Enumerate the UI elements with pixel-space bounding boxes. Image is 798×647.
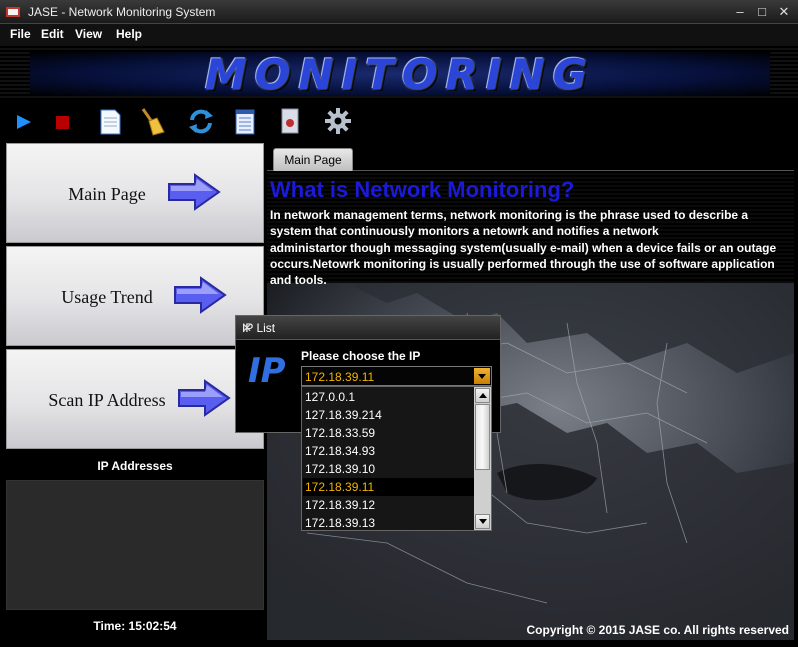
dialog-close-icon[interactable]: ✕ bbox=[242, 321, 494, 335]
description-line: system that continuously monitors a neto… bbox=[270, 224, 659, 239]
tab-strip: Main Page bbox=[267, 143, 794, 171]
document-icon[interactable] bbox=[95, 106, 125, 136]
menu-file[interactable]: File bbox=[10, 27, 31, 41]
main-page-button[interactable]: Main Page bbox=[6, 143, 264, 243]
ip-option-selected[interactable]: 172.18.39.11 bbox=[303, 478, 475, 496]
ip-option[interactable]: 127.18.39.214 bbox=[303, 406, 475, 424]
scroll-down-icon[interactable] bbox=[475, 514, 490, 529]
ip-option[interactable]: 172.18.39.13 bbox=[303, 514, 475, 530]
ip-option[interactable]: 172.18.39.10 bbox=[303, 460, 475, 478]
description-line: occurs.Netowrk monitoring is usually per… bbox=[270, 256, 775, 271]
ip-addresses-header: IP Addresses bbox=[97, 459, 173, 473]
dialog-prompt: Please choose the IP bbox=[301, 349, 421, 363]
refresh-icon[interactable] bbox=[186, 106, 216, 136]
tab-main-page[interactable]: Main Page bbox=[273, 148, 353, 171]
stop-icon[interactable] bbox=[48, 106, 78, 136]
menu-help[interactable]: Help bbox=[116, 27, 142, 41]
toolbar bbox=[0, 100, 798, 142]
scroll-thumb[interactable] bbox=[475, 404, 490, 470]
maximize-button[interactable]: □ bbox=[752, 3, 772, 21]
broom-icon[interactable] bbox=[137, 106, 167, 136]
banner-logo: MONITORING bbox=[204, 50, 596, 99]
description-line: administartor though messaging system(us… bbox=[270, 240, 777, 255]
arrow-right-icon bbox=[174, 276, 227, 314]
ip-option[interactable]: 172.18.34.93 bbox=[303, 442, 475, 460]
copyright-text: Copyright © 2015 JASE co. All rights res… bbox=[526, 623, 789, 637]
gear-icon[interactable] bbox=[323, 106, 353, 136]
description-line: In network management terms, network mon… bbox=[270, 208, 749, 222]
ip-logo-icon: IP bbox=[248, 351, 286, 391]
menu-edit[interactable]: Edit bbox=[41, 27, 64, 41]
ip-option[interactable]: 172.18.33.59 bbox=[303, 424, 475, 442]
notepad-icon[interactable] bbox=[230, 106, 260, 136]
app-icon bbox=[6, 7, 20, 17]
page-heading: What is Network Monitoring? bbox=[270, 177, 575, 202]
close-button[interactable]: ✕ bbox=[774, 3, 794, 21]
document-view-icon[interactable] bbox=[275, 106, 305, 136]
description-text: In network management terms, network mon… bbox=[270, 207, 785, 288]
ip-select-combo[interactable]: 172.18.39.11 bbox=[301, 366, 492, 386]
window-title: JASE - Network Monitoring System bbox=[28, 5, 216, 19]
dialog-title-bar: IP List ✕ bbox=[236, 316, 500, 340]
usage-trend-button[interactable]: Usage Trend bbox=[6, 246, 264, 346]
play-icon[interactable] bbox=[8, 106, 38, 136]
minimize-button[interactable]: – bbox=[730, 3, 750, 21]
chevron-down-icon[interactable] bbox=[474, 368, 490, 384]
ip-addresses-list[interactable] bbox=[6, 480, 264, 610]
ip-option[interactable]: 127.0.0.1 bbox=[303, 388, 475, 406]
description-line: and tools. bbox=[270, 273, 327, 288]
ip-dropdown-list[interactable]: 127.0.0.1 127.18.39.214 172.18.33.59 172… bbox=[301, 386, 492, 531]
dropdown-scrollbar[interactable] bbox=[474, 387, 491, 530]
ip-select-value: 172.18.39.11 bbox=[305, 370, 375, 384]
time-display: Time: 15:02:54 bbox=[93, 619, 177, 633]
menu-view[interactable]: View bbox=[75, 27, 102, 41]
banner: MONITORING bbox=[0, 44, 798, 100]
scan-ip-address-button[interactable]: Scan IP Address bbox=[6, 349, 264, 449]
scroll-up-icon[interactable] bbox=[475, 388, 490, 403]
arrow-right-icon bbox=[178, 379, 231, 417]
ip-logo-text: IP bbox=[248, 351, 286, 391]
left-panel: Main Page Usage Trend Scan IP Address IP… bbox=[6, 143, 264, 640]
title-bar: JASE - Network Monitoring System – □ ✕ bbox=[0, 0, 798, 24]
arrow-right-icon bbox=[168, 173, 221, 211]
ip-option[interactable]: 172.18.39.12 bbox=[303, 496, 475, 514]
menu-bar: File Edit View Help bbox=[0, 24, 798, 44]
